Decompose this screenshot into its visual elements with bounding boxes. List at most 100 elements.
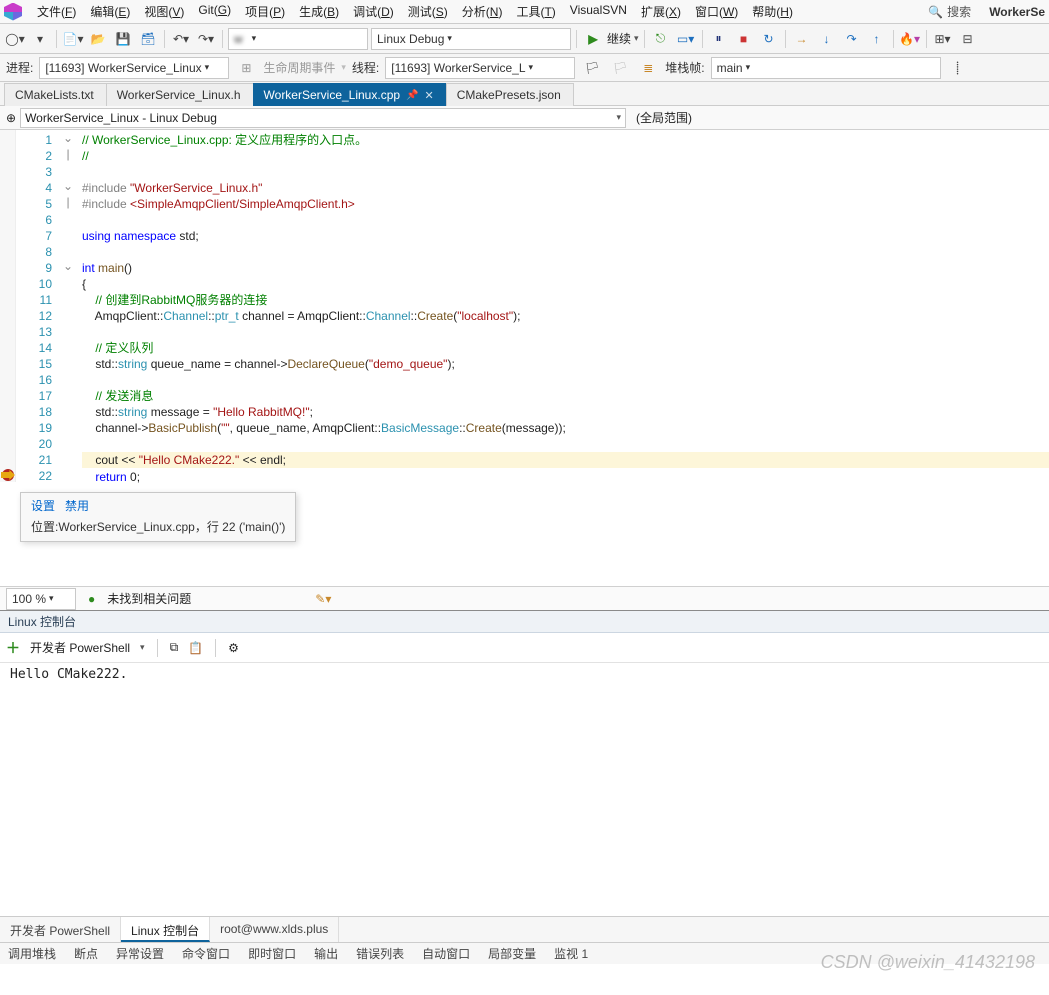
lifecycle-button[interactable]: ⊞ [235, 57, 257, 79]
zoom-combo[interactable]: 100 %▾ [6, 588, 76, 610]
menu-item[interactable]: 测试(S) [401, 0, 455, 23]
menu-item[interactable]: 窗口(W) [688, 0, 745, 23]
editor-statusbar: 100 %▾ ● 未找到相关问题 ✎▾ [0, 586, 1049, 610]
flag-button[interactable]: 🏳 [581, 57, 603, 79]
nav-left-combo[interactable]: WorkerService_Linux - Linux Debug▾ [20, 108, 626, 128]
undo-button[interactable]: ↶▾ [170, 28, 192, 50]
lifecycle-label: 生命周期事件 [263, 59, 335, 76]
tooltip-disable-link[interactable]: 禁用 [65, 497, 89, 514]
nav-right-combo[interactable]: (全局范围) [632, 108, 1043, 128]
redo-button[interactable]: ↷▾ [195, 28, 217, 50]
tool-window-item[interactable]: 自动窗口 [414, 942, 478, 965]
menu-item[interactable]: 工具(T) [509, 0, 562, 23]
fold-gutter[interactable]: ⌄| ⌄| ⌄ [60, 130, 76, 482]
pin-icon[interactable]: 📌 [406, 90, 418, 101]
save-all-button[interactable]: 🗃 [137, 28, 159, 50]
close-icon[interactable]: ✕ [425, 89, 434, 102]
attach-button[interactable]: ⎋ [650, 28, 672, 50]
brush-icon[interactable]: ✎▾ [315, 592, 331, 606]
stop-button[interactable]: ■ [733, 28, 755, 50]
step-into-button[interactable]: ↓ [816, 28, 838, 50]
tool-window-item[interactable]: 断点 [66, 942, 106, 965]
menu-item[interactable]: 扩展(X) [634, 0, 688, 23]
menu-item[interactable]: 项目(P) [238, 0, 292, 23]
save-button[interactable]: 💾 [112, 28, 134, 50]
nav-fwd-button[interactable]: ▾ [29, 28, 51, 50]
line-gutter: 12345678910111213141516171819202122 [16, 130, 60, 482]
paste-icon[interactable]: 📋 [188, 641, 203, 655]
tool-window-item[interactable]: 命令窗口 [174, 942, 238, 965]
target-combo[interactable]: w▾ [228, 28, 368, 50]
bottom-tab[interactable]: Linux 控制台 [121, 917, 210, 942]
hot-reload-button[interactable]: 🔥▾ [899, 28, 921, 50]
menu-item[interactable]: VisualSVN [563, 0, 634, 23]
search-icon: 🔍 [928, 5, 943, 19]
target-icon: ⊕ [6, 111, 16, 125]
layout2-button[interactable]: ⊟ [957, 28, 979, 50]
menu-item[interactable]: 调试(D) [346, 0, 401, 23]
show-next-button[interactable]: → [791, 28, 813, 50]
tool-window-item[interactable]: 调用堆栈 [0, 942, 64, 965]
step-over-button[interactable]: ↷ [841, 28, 863, 50]
vs-logo-icon [4, 3, 22, 21]
tool-window-item[interactable]: 错误列表 [348, 942, 412, 965]
tool-window-bar: 调用堆栈断点异常设置命令窗口即时窗口输出错误列表自动窗口局部变量监视 1 [0, 942, 1049, 964]
tooltip-settings-link[interactable]: 设置 [31, 497, 55, 514]
copy-icon[interactable]: ⧉ [170, 640, 179, 655]
thread-combo[interactable]: [11693] WorkerService_L▾ [385, 57, 575, 79]
code-editor[interactable]: 12345678910111213141516171819202122 ⌄| ⌄… [0, 130, 1049, 482]
ok-icon: ● [88, 592, 95, 606]
tool-window-item[interactable]: 异常设置 [108, 942, 172, 965]
menu-item[interactable]: Git(G) [191, 0, 238, 23]
editor-tabs: CMakeLists.txtWorkerService_Linux.hWorke… [0, 82, 1049, 106]
menu-item[interactable]: 生成(B) [292, 0, 346, 23]
file-tab[interactable]: WorkerService_Linux.h [106, 83, 254, 106]
tool-window-item[interactable]: 输出 [306, 942, 346, 965]
layout-button[interactable]: ⊞▾ [932, 28, 954, 50]
nav-back-button[interactable]: ◯▾ [4, 28, 26, 50]
tool-window-item[interactable]: 监视 1 [546, 942, 596, 965]
menu-item[interactable]: 帮助(H) [745, 0, 800, 23]
tool-window-item[interactable]: 即时窗口 [240, 942, 304, 965]
linux-console-panel: Linux 控制台 ＋ 开发者 PowerShell▾ ⧉ 📋 ⚙ Hello … [0, 610, 1049, 916]
add-icon[interactable]: ＋ [6, 638, 20, 658]
bottom-tab[interactable]: 开发者 PowerShell [0, 917, 121, 942]
continue-button[interactable]: ▶ [582, 28, 604, 50]
bottom-tabs: 开发者 PowerShellLinux 控制台root@www.xlds.plu… [0, 916, 1049, 942]
stack-icon: ≣ [637, 57, 659, 79]
panel-title: Linux 控制台 [0, 611, 1049, 633]
pause-button[interactable]: ⏸ [708, 28, 730, 50]
flag2-button[interactable]: 🏳 [609, 57, 631, 79]
menu-item[interactable]: 文件(F) [30, 0, 83, 23]
new-item-button[interactable]: 📄▾ [62, 28, 84, 50]
powershell-button[interactable]: 开发者 PowerShell [30, 639, 130, 656]
console-output[interactable]: Hello CMake222. [0, 663, 1049, 916]
menu-item[interactable]: 分析(N) [455, 0, 510, 23]
config-combo[interactable]: Linux Debug▾ [371, 28, 571, 50]
process-label: 进程: [6, 59, 33, 76]
breakpoint-tooltip: 设置 禁用 位置:WorkerService_Linux.cpp，行 22 ('… [20, 492, 296, 542]
open-button[interactable]: 📂 [87, 28, 109, 50]
code-area[interactable]: // WorkerService_Linux.cpp: 定义应用程序的入口点。/… [76, 130, 1049, 482]
file-tab[interactable]: WorkerService_Linux.cpp 📌 ✕ [253, 83, 447, 106]
search-box[interactable]: 🔍 搜索 [928, 3, 971, 20]
gear-icon[interactable]: ⚙ [228, 641, 239, 655]
search-label: 搜索 [947, 3, 971, 20]
bottom-tab[interactable]: root@www.xlds.plus [210, 917, 339, 942]
menu-item[interactable]: 视图(V) [137, 0, 191, 23]
debug-toolbar: 进程: [11693] WorkerService_Linux▾ ⊞ 生命周期事… [0, 54, 1049, 82]
restart-button[interactable]: ↻ [758, 28, 780, 50]
panel-toolbar: ＋ 开发者 PowerShell▾ ⧉ 📋 ⚙ [0, 633, 1049, 663]
windows-button[interactable]: ▭▾ [675, 28, 697, 50]
file-tab[interactable]: CMakeLists.txt [4, 83, 107, 106]
menu-item[interactable]: 编辑(E) [83, 0, 137, 23]
overflow-button[interactable]: ⸽ [947, 57, 969, 79]
process-combo[interactable]: [11693] WorkerService_Linux▾ [39, 57, 229, 79]
file-tab[interactable]: CMakePresets.json [446, 83, 574, 106]
breakpoint-margin[interactable] [0, 130, 16, 482]
main-toolbar: ◯▾ ▾ 📄▾ 📂 💾 🗃 ↶▾ ↷▾ w▾ Linux Debug▾ ▶ 继续… [0, 24, 1049, 54]
step-out-button[interactable]: ↑ [866, 28, 888, 50]
tool-window-item[interactable]: 局部变量 [480, 942, 544, 965]
menubar: 文件(F)编辑(E)视图(V)Git(G)项目(P)生成(B)调试(D)测试(S… [0, 0, 1049, 24]
stackframe-combo[interactable]: main▾ [711, 57, 941, 79]
